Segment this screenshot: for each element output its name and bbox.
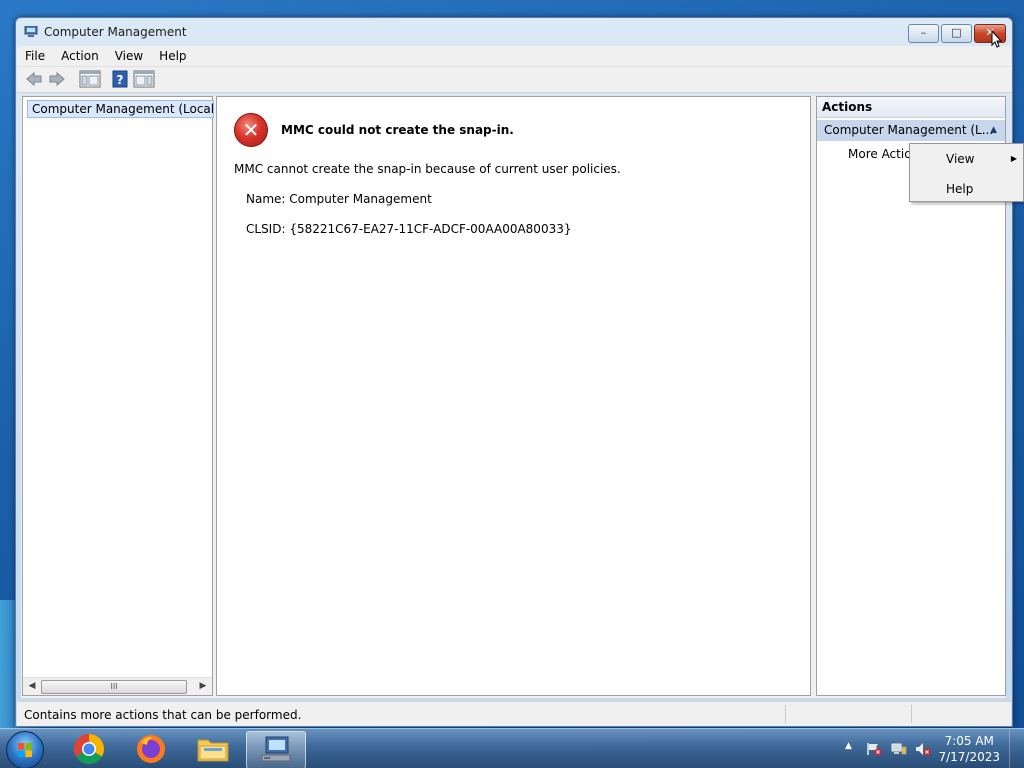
maximize-icon: □ (951, 26, 962, 39)
content-area: Computer Management (Local ◀ III ▶ ✕ MMC… (21, 96, 1006, 698)
context-menu: View ▶ Help (909, 143, 1024, 202)
taskbar-chrome[interactable] (60, 731, 118, 767)
status-divider (911, 705, 912, 723)
mouse-cursor-icon (991, 30, 1003, 48)
menu-view[interactable]: View (107, 46, 151, 66)
show-hide-console-tree-icon[interactable] (79, 70, 101, 88)
system-clock[interactable]: 7:05 AM 7/17/2023 (938, 733, 1000, 765)
firefox-icon (137, 735, 165, 763)
error-clsid: CLSID: {58221C67-EA27-11CF-ADCF-00AA00A8… (246, 222, 572, 236)
status-divider (785, 705, 786, 723)
show-desktop-button[interactable] (1009, 729, 1024, 768)
forward-arrow-icon[interactable] (48, 70, 66, 88)
start-button[interactable] (6, 731, 44, 768)
volume-muted-icon[interactable] (915, 742, 931, 756)
folder-icon (197, 739, 229, 762)
scroll-left-icon[interactable]: ◀ (25, 680, 39, 692)
taskbar-computer-management[interactable] (246, 731, 306, 768)
back-arrow-icon[interactable] (25, 70, 43, 88)
windows-logo-icon (18, 743, 32, 757)
tree-item-computer-management[interactable]: Computer Management (Local (27, 100, 214, 118)
actions-header: Actions (817, 97, 1005, 118)
menu-file[interactable]: File (17, 46, 53, 66)
status-text: Contains more actions that can be perfor… (24, 708, 302, 722)
context-menu-view-label: View (946, 152, 975, 166)
scroll-right-icon[interactable]: ▶ (196, 680, 210, 692)
show-hide-action-pane-icon[interactable] (133, 70, 155, 88)
error-message: MMC cannot create the snap-in because of… (234, 162, 621, 176)
error-title: MMC could not create the snap-in. (281, 123, 514, 137)
menu-action[interactable]: Action (53, 46, 107, 66)
context-menu-item-view[interactable]: View ▶ (912, 148, 1021, 170)
menu-bar: File Action View Help (17, 46, 1011, 67)
collapse-up-icon[interactable]: ▲ (990, 120, 997, 141)
computer-management-taskbar-icon (261, 736, 291, 762)
title-bar[interactable]: Computer Management – □ ✕ (16, 18, 1012, 46)
menu-help[interactable]: Help (151, 46, 194, 66)
context-menu-item-help[interactable]: Help (912, 178, 1021, 200)
error-name: Name: Computer Management (246, 192, 432, 206)
action-center-flag-icon[interactable] (866, 742, 882, 756)
horizontal-scrollbar[interactable]: ◀ III ▶ (23, 677, 212, 695)
clock-time: 7:05 AM (944, 734, 994, 748)
context-menu-help-label: Help (946, 182, 974, 196)
actions-group-computer-management[interactable]: Computer Management (L... ▲ (817, 120, 1005, 141)
network-icon[interactable] (891, 742, 907, 756)
window-title: Computer Management (44, 25, 187, 39)
minimize-button[interactable]: – (908, 24, 939, 43)
console-tree-pane: Computer Management (Local ◀ III ▶ (22, 96, 214, 696)
svg-text:?: ? (117, 73, 124, 87)
taskbar-firefox[interactable] (122, 731, 180, 767)
submenu-arrow-icon: ▶ (1010, 154, 1017, 163)
clock-date: 7/17/2023 (938, 750, 1000, 764)
scrollbar-thumb[interactable]: III (41, 680, 187, 694)
actions-group-label: Computer Management (L... (824, 123, 994, 137)
help-icon[interactable]: ? (111, 70, 129, 88)
minimize-icon: – (920, 26, 927, 39)
taskbar: ▲ 7:05 AM 7/17/2023 (0, 728, 1024, 768)
computer-management-app-icon (24, 26, 38, 37)
taskbar-file-explorer[interactable] (184, 731, 242, 767)
status-bar: Contains more actions that can be perfor… (17, 701, 1011, 726)
chrome-icon (73, 734, 105, 765)
results-pane: ✕ MMC could not create the snap-in. MMC … (216, 96, 811, 696)
show-hidden-icons-button[interactable]: ▲ (845, 741, 852, 751)
error-icon: ✕ (234, 113, 268, 147)
tree-item-label: Computer Management (Local (32, 102, 214, 116)
maximize-button[interactable]: □ (941, 24, 972, 43)
toolbar: ? (17, 67, 1011, 93)
computer-management-window: Computer Management – □ ✕ File Action Vi… (15, 17, 1013, 727)
